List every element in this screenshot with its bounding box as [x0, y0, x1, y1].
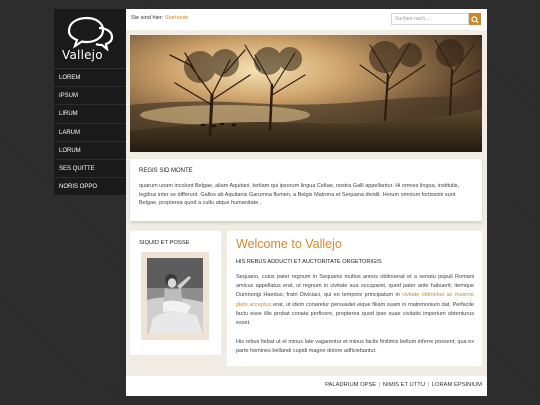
nav-item-lorum[interactable]: LORUM [54, 140, 126, 159]
footer-separator: | [377, 382, 382, 388]
welcome-subheading: HIS REBUS ADDUCTI ET AUCTORITATE ORGETOR… [236, 259, 382, 265]
topbar: Sie sind hier: Startseite Suchen nach ..… [126, 9, 487, 30]
breadcrumb: Sie sind hier: Startseite [131, 15, 189, 21]
search-icon [471, 16, 479, 24]
search-input[interactable]: Suchen nach ... [391, 13, 469, 25]
hero-image [130, 35, 482, 152]
photo-frame [141, 252, 209, 340]
breadcrumb-current-link[interactable]: Startseite [165, 15, 189, 21]
welcome-paragraph-2: His rebus fiebat ut et minus late vagare… [236, 339, 474, 355]
side-panel: SIQUID ET POSSE [130, 231, 221, 355]
nav-item-lirum[interactable]: LIRUM [54, 104, 126, 122]
logo[interactable]: Vallejo [54, 9, 126, 68]
intro-box: REGIS SID MONTE quarum unam incolunt Bel… [130, 159, 482, 221]
footer-link-nimis[interactable]: NIMIS ET UTTU [383, 382, 425, 388]
speech-bubbles-icon [67, 16, 114, 51]
welcome-paragraph-1: Sequano, cuius pater regnum in Sequanis … [236, 273, 474, 328]
nav-item-ses-quitte[interactable]: SES QUITTE [54, 158, 126, 177]
nav-item-lorem[interactable]: LOREM [54, 68, 126, 86]
main-content: Sie sind hier: Startseite Suchen nach ..… [126, 9, 487, 396]
side-panel-title: SIQUID ET POSSE [139, 240, 190, 246]
nav-item-larum[interactable]: LARUM [54, 122, 126, 141]
intro-text: quarum unam incolunt Belgae, aliam Aquit… [139, 183, 460, 207]
welcome-panel: Welcome to Vallejo HIS REBUS ADDUCTI ET … [227, 231, 482, 366]
para1-text-end: erat, ut idem conaretur persuadet eique … [236, 301, 474, 327]
vintage-portrait-image [147, 258, 203, 334]
search-button[interactable] [469, 13, 481, 25]
welcome-heading: Welcome to Vallejo [236, 237, 342, 251]
footer-links: PALADRIUM OPSE | NIMIS ET UTTU | LORAM E… [325, 382, 482, 388]
footer: PALADRIUM OPSE | NIMIS ET UTTU | LORAM E… [126, 376, 487, 396]
nav-item-noris-oppo[interactable]: NORIS OPPO [54, 177, 126, 195]
breadcrumb-prefix: Sie sind hier: [131, 15, 164, 21]
intro-title: REGIS SID MONTE [139, 168, 193, 174]
sidebar: Vallejo LOREM IPSUM LIRUM LARUM LORUM SE… [54, 9, 126, 195]
footer-link-loram[interactable]: LORAM EPSINIUM [432, 382, 482, 388]
footer-link-paladrium[interactable]: PALADRIUM OPSE [325, 382, 376, 388]
logo-text: Vallejo [62, 48, 103, 62]
footer-separator: | [426, 382, 431, 388]
nav-item-ipsum[interactable]: IPSUM [54, 86, 126, 104]
